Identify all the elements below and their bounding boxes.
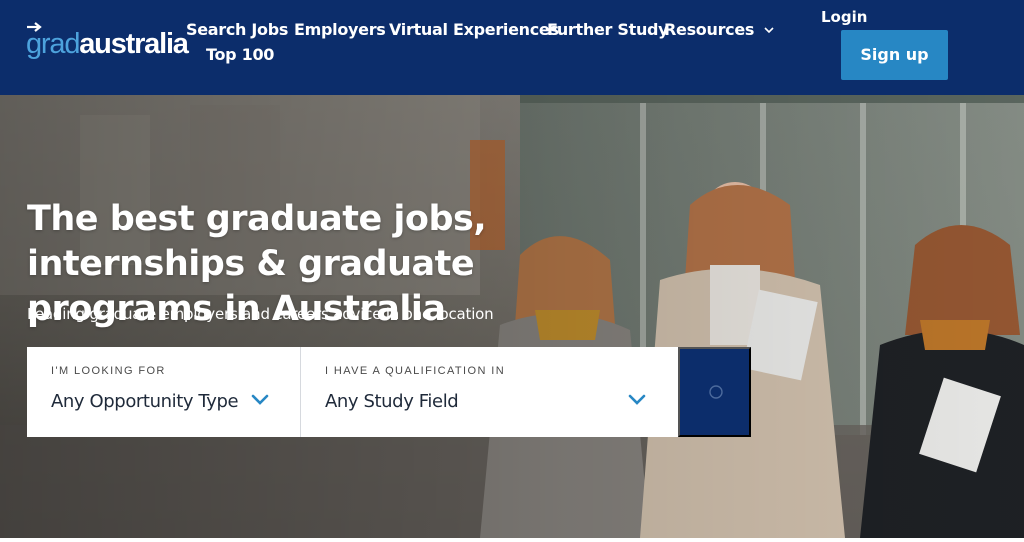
study-field-value: Any Study Field bbox=[325, 391, 459, 412]
hero-subtitle: Leading graduate employers and careers a… bbox=[27, 305, 494, 323]
search-icon bbox=[709, 385, 723, 399]
nav-further-study[interactable]: Further Study bbox=[547, 18, 669, 42]
gradaustralia-logo[interactable]: gradaustralia bbox=[26, 22, 189, 62]
hero-banner: The best graduate jobs, internships & gr… bbox=[0, 95, 1024, 538]
nav-resources-label: Resources bbox=[664, 20, 755, 39]
nav-employers[interactable]: Employers bbox=[294, 18, 386, 42]
search-button[interactable] bbox=[678, 347, 751, 437]
study-field-select[interactable]: I HAVE A QUALIFICATION IN Any Study Fiel… bbox=[301, 347, 678, 437]
nav-search-jobs[interactable]: Search Jobs bbox=[186, 18, 288, 42]
study-field-label: I HAVE A QUALIFICATION IN bbox=[325, 365, 506, 377]
opportunity-type-select[interactable]: I'M LOOKING FOR Any Opportunity Type bbox=[27, 347, 300, 437]
nav-resources[interactable]: Resources bbox=[664, 18, 775, 42]
main-nav: Search Jobs Employers Virtual Experience… bbox=[180, 18, 780, 74]
logo-wordmark: gradaustralia bbox=[26, 27, 189, 61]
site-header: gradaustralia Search Jobs Employers Virt… bbox=[0, 0, 1024, 95]
opportunity-type-value: Any Opportunity Type bbox=[51, 391, 239, 412]
signup-button[interactable]: Sign up bbox=[841, 30, 948, 80]
chevron-down-icon bbox=[628, 394, 646, 405]
chevron-down-icon bbox=[764, 27, 774, 34]
chevron-down-icon bbox=[251, 394, 269, 405]
logo-grad-text: grad bbox=[26, 28, 80, 60]
login-link[interactable]: Login bbox=[821, 7, 867, 27]
nav-virtual-experiences[interactable]: Virtual Experiences bbox=[389, 18, 559, 42]
logo-australia-text: australia bbox=[79, 28, 189, 60]
opportunity-type-label: I'M LOOKING FOR bbox=[51, 365, 166, 377]
job-search-form: I'M LOOKING FOR Any Opportunity Type I H… bbox=[27, 347, 751, 437]
nav-top-100[interactable]: Top 100 bbox=[206, 43, 274, 67]
